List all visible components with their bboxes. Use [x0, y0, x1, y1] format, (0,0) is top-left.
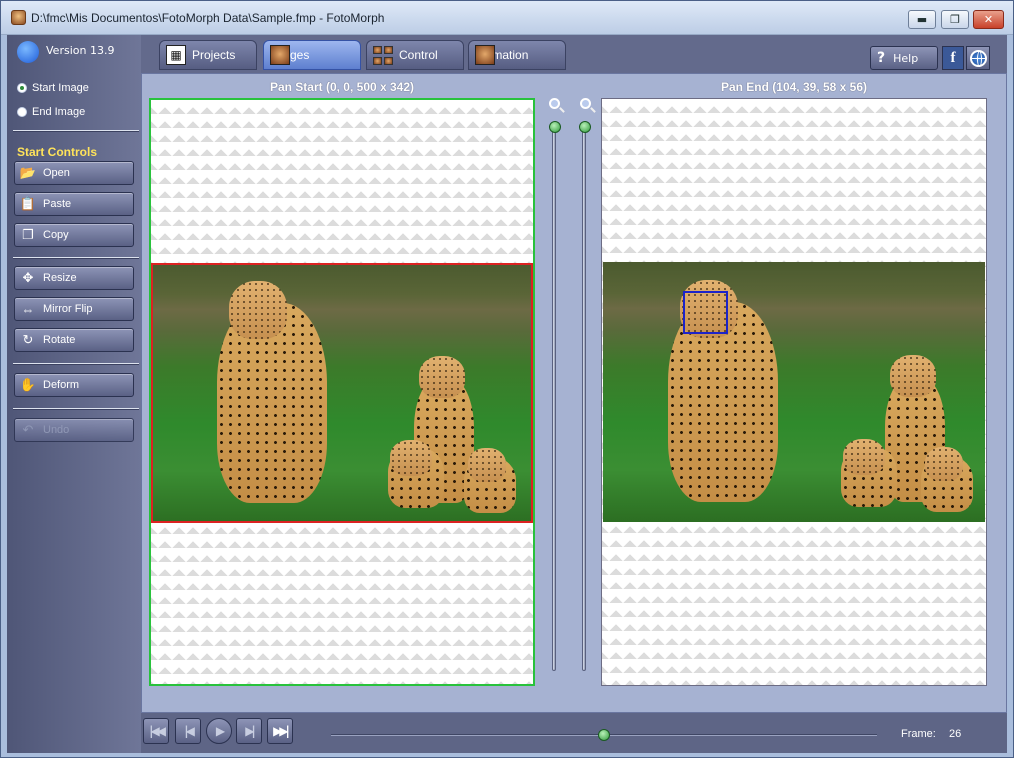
mirror-flip-icon: ⇔ — [21, 301, 35, 317]
close-button[interactable]: ✕ — [973, 10, 1004, 29]
facebook-button[interactable]: f — [942, 46, 964, 70]
radio-unselected-icon — [17, 107, 27, 117]
app-icon — [11, 10, 26, 25]
pan-start-selection[interactable] — [151, 263, 533, 523]
play-button[interactable]: ▶ — [206, 718, 232, 744]
tab-projects-label: Projects — [192, 48, 236, 62]
logo-icon — [17, 41, 39, 63]
control-icon — [373, 45, 393, 65]
start-zoom-knob[interactable] — [549, 121, 561, 133]
open-button[interactable]: 📂 Open — [14, 161, 134, 185]
facebook-icon: f — [950, 50, 956, 66]
cheetah-cub — [841, 439, 897, 507]
deform-button[interactable]: ✋ Deform — [14, 373, 134, 397]
globe-icon — [969, 49, 987, 67]
start-image-canvas[interactable] — [149, 98, 535, 686]
pan-end-title: Pan End (104, 39, 58 x 56) — [720, 80, 868, 94]
divider — [13, 363, 139, 365]
open-button-label: Open — [43, 167, 70, 179]
move-arrows-icon: ✥ — [22, 270, 34, 285]
grid-icon: ▦ — [166, 45, 186, 65]
last-frame-button[interactable]: ▶▶| — [267, 718, 293, 744]
end-image-photo — [603, 262, 985, 522]
tab-control[interactable]: Control — [366, 40, 464, 70]
cheetah-head — [843, 439, 885, 475]
question-icon: ? — [877, 50, 886, 66]
cheetah-head — [890, 355, 936, 397]
resize-button-label: Resize — [43, 272, 77, 284]
mirror-flip-button-label: Mirror Flip — [43, 303, 93, 315]
folder-open-icon: 📂 — [19, 165, 37, 180]
mirror-flip-button[interactable]: ⇔ Mirror Flip — [14, 297, 134, 321]
tab-animation[interactable]: Animation — [468, 40, 566, 70]
help-button-label: Help — [893, 51, 919, 65]
divider — [13, 130, 139, 132]
sidebar: Version 13.9 Start Image End Image Start… — [7, 35, 141, 753]
cheetah-cub — [921, 447, 973, 512]
maximize-button[interactable]: ❐ — [941, 10, 969, 29]
end-zoom-knob[interactable] — [579, 121, 591, 133]
window-title: D:\fmc\Mis Documentos\FotoMorph Data\Sam… — [31, 11, 385, 25]
timeline-knob[interactable] — [598, 729, 610, 741]
animation-icon — [475, 45, 495, 65]
zoom-start-icon[interactable] — [545, 96, 563, 114]
title-bar: D:\fmc\Mis Documentos\FotoMorph Data\Sam… — [1, 1, 1013, 35]
pan-end-selection[interactable] — [683, 291, 728, 334]
tab-projects[interactable]: ▦ Projects — [159, 40, 257, 70]
end-image-label: End Image — [32, 106, 86, 118]
paste-button-label: Paste — [43, 198, 72, 210]
copy-button-label: Copy — [43, 229, 69, 241]
end-image-radio[interactable]: End Image — [17, 104, 85, 120]
version-label: Version 13.9 — [46, 44, 115, 57]
tab-images[interactable]: Images — [263, 40, 361, 70]
frame-label: Frame: — [901, 728, 936, 740]
frame-value: 26 — [949, 728, 962, 740]
radio-selected-icon — [17, 83, 27, 93]
rotate-icon: ↻ — [22, 332, 34, 347]
copy-button[interactable]: ❐ Copy — [14, 223, 134, 247]
image-icon — [270, 45, 290, 65]
first-frame-button[interactable]: |◀◀ — [143, 718, 169, 744]
deform-icon: ✋ — [19, 377, 37, 392]
undo-button[interactable]: ↶ Undo — [14, 418, 134, 442]
undo-icon: ↶ — [22, 422, 34, 437]
resize-button[interactable]: ✥ Resize — [14, 266, 134, 290]
divider — [13, 257, 139, 259]
zoom-end-icon[interactable] — [576, 96, 594, 114]
rotate-button-label: Rotate — [43, 334, 76, 346]
skip-first-icon: |◀◀ — [149, 724, 166, 738]
app-window: D:\fmc\Mis Documentos\FotoMorph Data\Sam… — [0, 0, 1014, 758]
end-zoom-slider[interactable] — [582, 123, 586, 671]
skip-last-icon: ▶▶| — [273, 724, 290, 738]
rotate-button[interactable]: ↻ Rotate — [14, 328, 134, 352]
start-zoom-slider[interactable] — [552, 123, 556, 671]
pan-start-title: Pan Start (0, 0, 500 x 342) — [269, 80, 415, 94]
play-icon: ▶ — [215, 724, 225, 738]
paste-icon: 📋 — [19, 196, 37, 211]
deform-button-label: Deform — [43, 379, 80, 391]
undo-button-label: Undo — [43, 424, 70, 436]
help-button[interactable]: ? Help — [870, 46, 938, 70]
section-label: Start Controls — [17, 145, 98, 159]
end-image-canvas[interactable] — [601, 98, 987, 686]
website-button[interactable] — [966, 46, 990, 70]
tab-control-label: Control — [399, 48, 438, 62]
start-image-radio[interactable]: Start Image — [17, 80, 89, 96]
cheetah-head — [925, 447, 963, 481]
start-image-label: Start Image — [32, 82, 89, 94]
previous-frame-button[interactable]: |◀ — [175, 718, 201, 744]
divider — [13, 408, 139, 410]
paste-button[interactable]: 📋 Paste — [14, 192, 134, 216]
minimize-button[interactable]: ▬ — [908, 10, 936, 29]
next-frame-button[interactable]: ▶| — [236, 718, 262, 744]
step-forward-icon: ▶| — [245, 724, 255, 738]
copy-icon: ❐ — [22, 227, 34, 242]
step-back-icon: |◀ — [184, 724, 194, 738]
